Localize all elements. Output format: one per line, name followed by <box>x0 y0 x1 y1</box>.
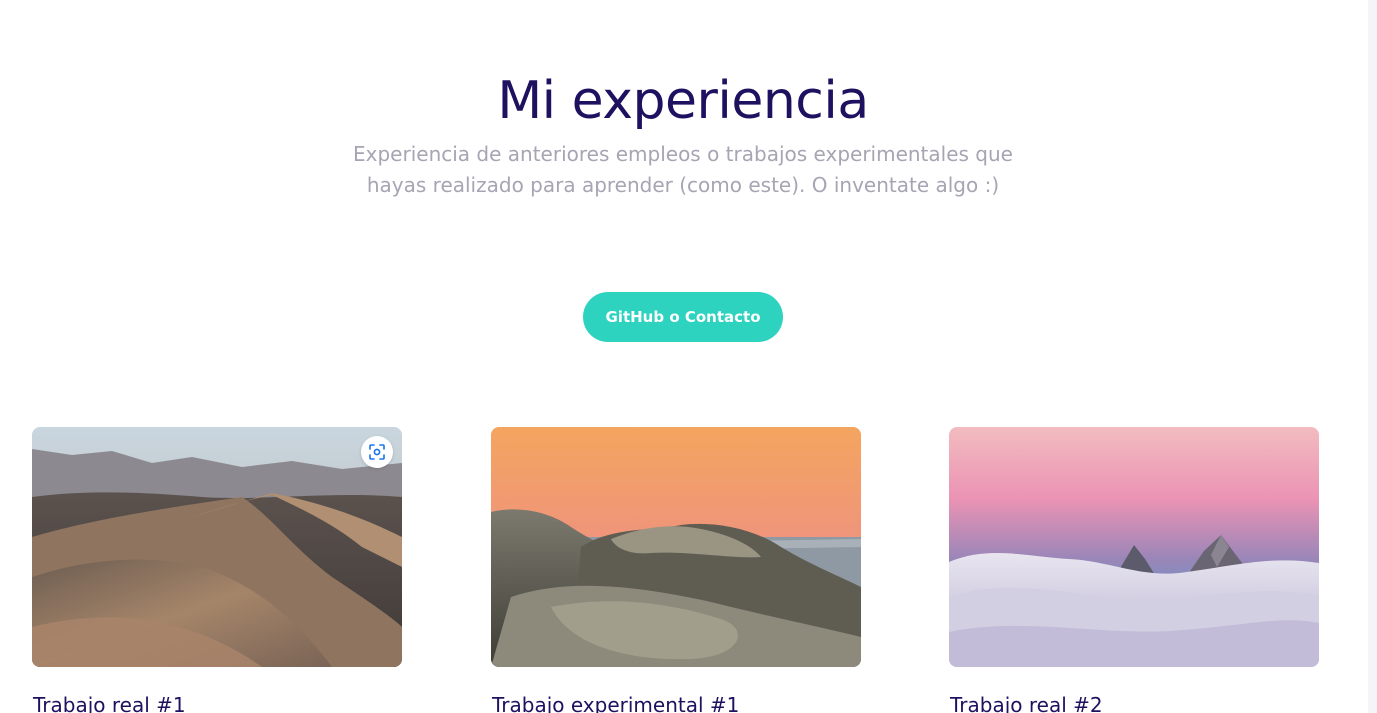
github-contact-button[interactable]: GitHub o Contacto <box>583 292 783 342</box>
card-image-rocks[interactable] <box>491 427 861 667</box>
section-title: Mi experiencia <box>497 71 869 131</box>
card-image-mountains[interactable] <box>949 427 1319 667</box>
experience-card-3[interactable]: Trabajo real #2 <box>949 427 1319 713</box>
experience-page: Mi experiencia Experiencia de anteriores… <box>0 0 1377 713</box>
visual-search-lens-icon <box>369 444 385 460</box>
coastal-rocks-image <box>491 427 861 667</box>
card-title: Trabajo real #2 <box>950 693 1103 713</box>
page-scrollbar[interactable] <box>1368 0 1377 713</box>
experience-card-1[interactable]: Trabajo real #1 <box>32 427 402 713</box>
card-title: Trabajo experimental #1 <box>492 693 740 713</box>
card-image-desert[interactable] <box>32 427 402 667</box>
section-subtitle: Experiencia de anteriores empleos o trab… <box>353 142 1013 197</box>
card-title: Trabajo real #1 <box>33 693 186 713</box>
mountain-clouds-image <box>949 427 1319 667</box>
experience-card-2[interactable]: Trabajo experimental #1 <box>491 427 861 713</box>
visual-search-button[interactable] <box>361 436 393 468</box>
desert-dunes-image <box>32 427 402 667</box>
